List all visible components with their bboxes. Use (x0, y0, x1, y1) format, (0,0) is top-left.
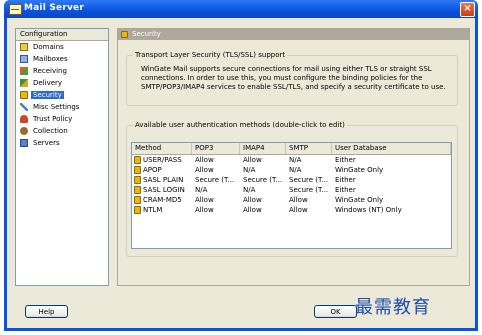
lock-icon (134, 196, 141, 204)
column-header-smtp[interactable]: SMTP (286, 143, 332, 154)
table-cell: Secure (T... (195, 176, 235, 184)
table-cell: WinGate Only (335, 166, 384, 174)
table-cell: Allow (243, 196, 262, 204)
table-cell: Windows (NT) Only (335, 206, 402, 214)
panel-title: Security (132, 30, 161, 38)
title-bar[interactable]: Mail Server × (4, 0, 478, 18)
table-cell: Allow (195, 196, 214, 204)
table-cell: Allow (195, 206, 214, 214)
table-cell: Either (335, 176, 356, 184)
mail-server-window: Mail Server × Configuration Domains Mail… (4, 0, 478, 331)
sidebar-item-receiving[interactable]: Receiving (16, 65, 108, 77)
mailboxes-icon (20, 55, 28, 63)
sidebar-item-domains[interactable]: Domains (16, 41, 108, 53)
help-button[interactable]: Help (25, 305, 68, 318)
table-cell: N/A (243, 166, 256, 174)
sidebar-item-delivery[interactable]: Delivery (16, 77, 108, 89)
panel-header: Security (118, 29, 469, 40)
sidebar-item-label: Domains (33, 43, 64, 51)
sidebar-item-label: Security (31, 91, 64, 99)
table-cell: APOP (143, 166, 162, 174)
table-row[interactable]: SASL LOGIN N/A N/A Secure (T... Either (132, 185, 451, 195)
sidebar-item-label: Trust Policy (33, 115, 73, 123)
sidebar-item-servers[interactable]: Servers (16, 137, 108, 149)
table-cell: SASL PLAIN (143, 176, 184, 184)
table-cell: Allow (289, 196, 308, 204)
window-title: Mail Server (24, 3, 84, 13)
configuration-header: Configuration (16, 29, 108, 41)
sidebar-item-label: Collection (33, 127, 68, 135)
sidebar-item-label: Misc Settings (33, 103, 80, 111)
table-cell: Secure (T... (289, 176, 329, 184)
delivery-icon (20, 79, 28, 87)
mail-app-icon (9, 4, 22, 15)
auth-group-title: Available user authentication methods (d… (133, 121, 347, 129)
tls-group: Transport Layer Security (TLS/SSL) suppo… (126, 51, 458, 106)
table-row[interactable]: CRAM-MD5 Allow Allow Allow WinGate Only (132, 195, 451, 205)
lock-icon (134, 156, 141, 164)
table-cell: USER/PASS (143, 156, 182, 164)
sidebar-item-collection[interactable]: Collection (16, 125, 108, 137)
table-cell: N/A (289, 156, 302, 164)
table-cell: N/A (289, 166, 302, 174)
table-cell: CRAM-MD5 (143, 196, 182, 204)
list-body: USER/PASS Allow Allow N/A Either APOP Allow N/A… (132, 155, 451, 215)
sidebar-item-trust-policy[interactable]: Trust Policy (16, 113, 108, 125)
domains-icon (20, 43, 28, 51)
table-cell: Allow (243, 206, 262, 214)
column-header-user-database[interactable]: User Database (332, 143, 451, 154)
sidebar-item-label: Servers (33, 139, 60, 147)
tls-group-title: Transport Layer Security (TLS/SSL) suppo… (133, 51, 288, 59)
list-header: Method POP3 IMAP4 SMTP User Database (132, 143, 451, 155)
table-cell: N/A (243, 186, 256, 194)
table-cell: SASL LOGIN (143, 186, 185, 194)
table-cell: Either (335, 156, 356, 164)
table-cell: Allow (195, 166, 214, 174)
table-cell: Either (335, 186, 356, 194)
lock-icon (121, 31, 128, 38)
lock-icon (20, 91, 28, 99)
security-panel: Security Transport Layer Security (TLS/S… (117, 28, 470, 286)
table-cell: Allow (195, 156, 214, 164)
tls-description: WinGate Mail supports secure connections… (141, 65, 446, 91)
lock-icon (134, 206, 141, 214)
table-row[interactable]: USER/PASS Allow Allow N/A Either (132, 155, 451, 165)
sidebar-item-label: Receiving (33, 67, 67, 75)
table-cell: Allow (243, 156, 262, 164)
auth-methods-list[interactable]: Method POP3 IMAP4 SMTP User Database USE… (131, 142, 452, 249)
configuration-tree[interactable]: Configuration Domains Mailboxes Receivin… (15, 28, 109, 286)
table-cell: WinGate Only (335, 196, 384, 204)
table-cell: Secure (T... (289, 186, 329, 194)
table-row[interactable]: NTLM Allow Allow Allow Windows (NT) Only (132, 205, 451, 215)
sidebar-item-label: Delivery (33, 79, 63, 87)
sidebar-item-security[interactable]: Security (16, 89, 108, 101)
table-cell: N/A (195, 186, 208, 194)
sidebar-item-label: Mailboxes (33, 55, 68, 63)
receiving-icon (20, 67, 28, 75)
servers-icon (20, 139, 28, 147)
column-header-method[interactable]: Method (132, 143, 192, 154)
table-cell: Secure (T... (243, 176, 283, 184)
watermark-text: 最需教育 (355, 297, 431, 318)
table-row[interactable]: APOP Allow N/A N/A WinGate Only (132, 165, 451, 175)
lock-icon (134, 186, 141, 194)
table-cell: NTLM (143, 206, 163, 214)
sidebar-item-mailboxes[interactable]: Mailboxes (16, 53, 108, 65)
lock-icon (134, 166, 141, 174)
table-cell: Allow (289, 206, 308, 214)
wrench-icon (20, 103, 28, 111)
table-row[interactable]: SASL PLAIN Secure (T... Secure (T... Secure… (132, 175, 451, 185)
column-header-imap4[interactable]: IMAP4 (240, 143, 286, 154)
ok-button[interactable]: OK (314, 305, 357, 318)
sidebar-item-misc-settings[interactable]: Misc Settings (16, 101, 108, 113)
collection-icon (20, 127, 28, 135)
close-button[interactable]: × (460, 2, 475, 17)
column-header-pop3[interactable]: POP3 (192, 143, 240, 154)
dialog-client-area: Configuration Domains Mailboxes Receivin… (7, 18, 475, 328)
trust-policy-icon (20, 115, 28, 123)
lock-icon (134, 176, 141, 184)
